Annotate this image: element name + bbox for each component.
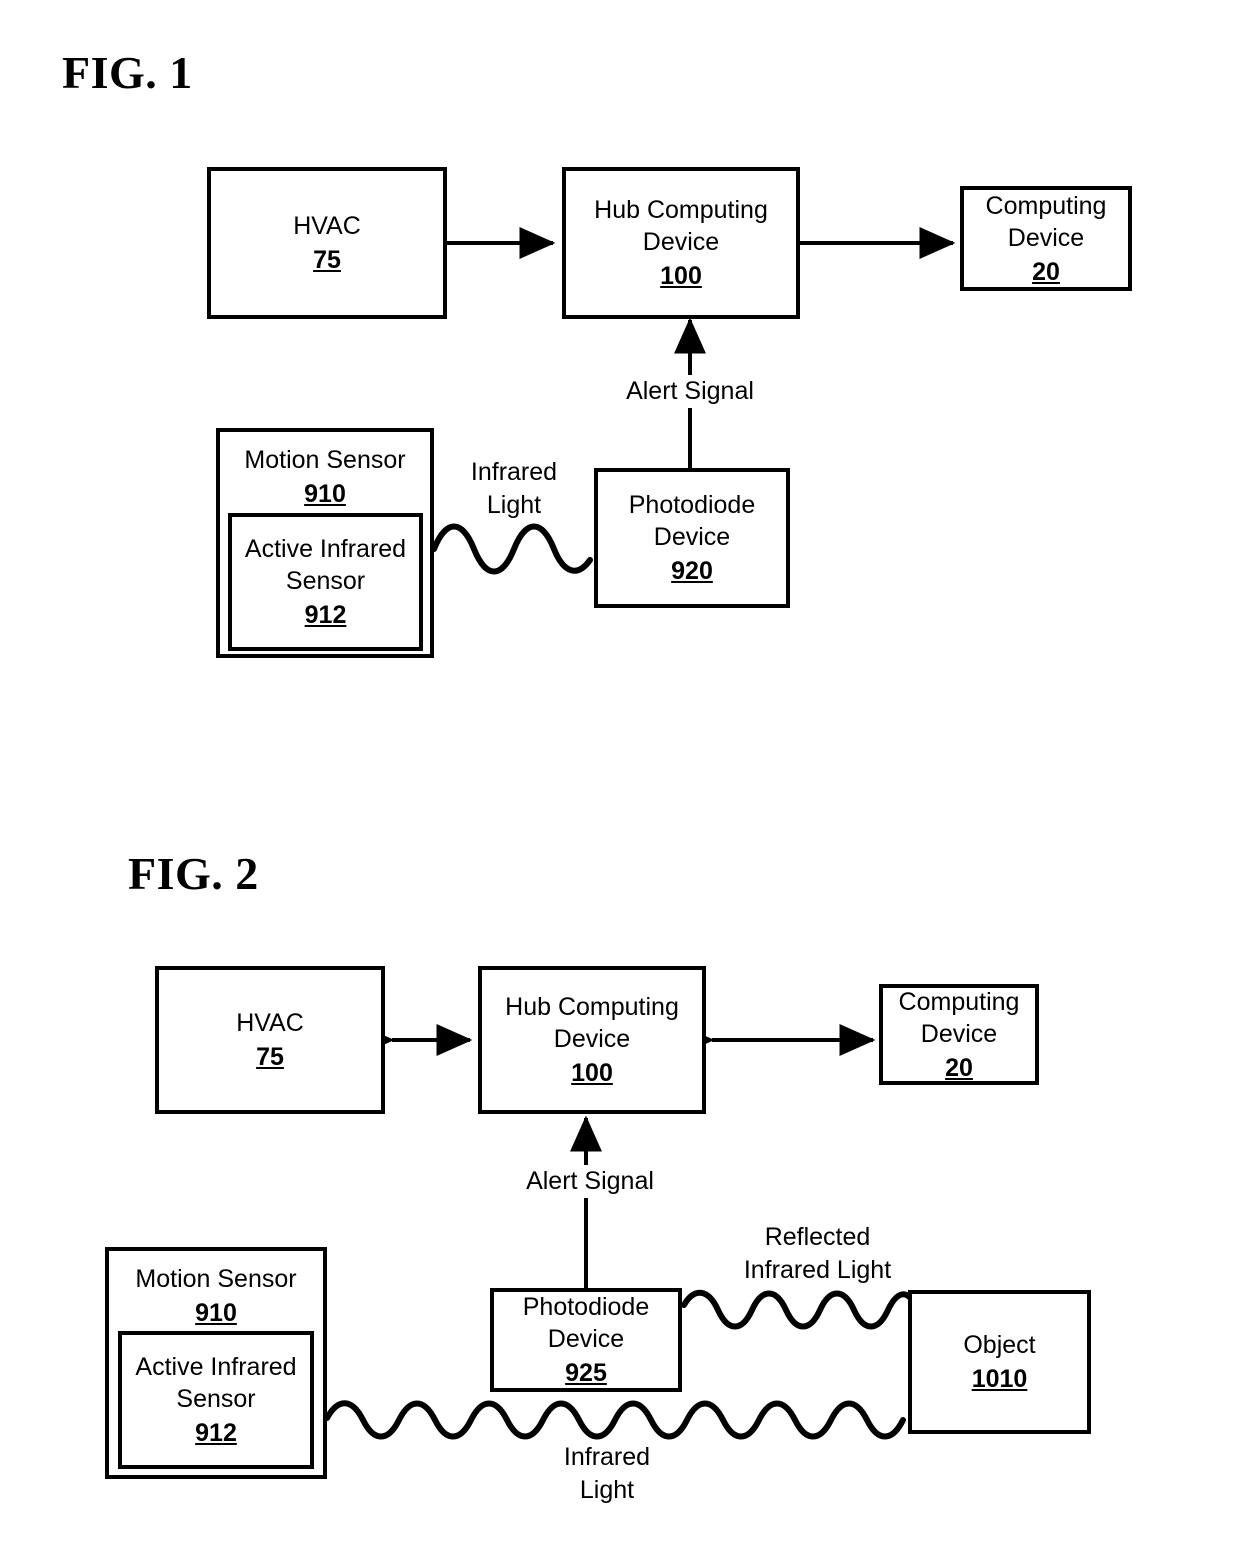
node-object[interactable]: Object 1010 bbox=[908, 1290, 1091, 1434]
node-hvac-ref: 75 bbox=[256, 1043, 284, 1071]
node-motion-sensor-title: Motion Sensor bbox=[135, 1265, 297, 1293]
node-computing-device-ref: 20 bbox=[1032, 257, 1060, 286]
node-active-infrared-sensor-ref: 912 bbox=[304, 601, 347, 629]
node-hvac[interactable]: HVAC 75 bbox=[155, 966, 385, 1114]
edge-label-alert-signal: Alert Signal bbox=[600, 375, 780, 408]
edge-label-infrared-light: Infrared Light bbox=[444, 456, 584, 521]
node-hub-computing-device[interactable]: Hub Computing Device 100 bbox=[562, 167, 800, 319]
node-hvac-title: HVAC bbox=[236, 1009, 304, 1037]
node-active-infrared-sensor-title: Active Infrared Sensor bbox=[244, 535, 407, 595]
figure-1-title: FIG. 1 bbox=[62, 47, 193, 98]
node-motion-sensor-ref: 910 bbox=[304, 480, 346, 508]
node-active-infrared-sensor[interactable]: Active Infrared Sensor 912 bbox=[228, 513, 423, 651]
node-motion-sensor-title: Motion Sensor bbox=[244, 446, 406, 474]
figure-2-title: FIG. 2 bbox=[128, 848, 259, 899]
node-object-ref: 1010 bbox=[971, 1365, 1028, 1393]
node-hvac-title: HVAC bbox=[293, 212, 361, 240]
node-hub-computing-device-ref: 100 bbox=[571, 1059, 613, 1087]
node-computing-device-title: Computing Device bbox=[985, 191, 1107, 252]
node-hub-computing-device[interactable]: Hub Computing Device 100 bbox=[478, 966, 706, 1114]
node-computing-device[interactable]: Computing Device 20 bbox=[879, 984, 1039, 1085]
node-photodiode-device-ref: 920 bbox=[671, 557, 713, 585]
edge-label-reflected-infrared-light: Reflected Infrared Light bbox=[700, 1221, 935, 1286]
edge-label-alert-signal: Alert Signal bbox=[500, 1165, 680, 1198]
node-hub-computing-device-title: Hub Computing Device bbox=[505, 993, 679, 1053]
node-photodiode-device-title: Photodiode Device bbox=[628, 491, 756, 551]
node-computing-device-title: Computing Device bbox=[898, 987, 1020, 1048]
waveform-infrared-light bbox=[431, 523, 593, 575]
node-active-infrared-sensor-ref: 912 bbox=[195, 1419, 237, 1447]
node-photodiode-device-ref: 925 bbox=[565, 1359, 607, 1387]
node-hvac[interactable]: HVAC 75 bbox=[207, 167, 447, 319]
node-photodiode-device[interactable]: Photodiode Device 920 bbox=[594, 468, 790, 608]
node-motion-sensor-ref: 910 bbox=[195, 1299, 237, 1327]
node-active-infrared-sensor[interactable]: Active Infrared Sensor 912 bbox=[118, 1331, 314, 1469]
node-photodiode-device-title: Photodiode Device bbox=[522, 1293, 650, 1353]
node-object-title: Object bbox=[963, 1331, 1036, 1359]
node-computing-device[interactable]: Computing Device 20 bbox=[960, 186, 1132, 291]
node-hub-computing-device-ref: 100 bbox=[660, 262, 702, 290]
waveform-infrared-light bbox=[324, 1400, 906, 1440]
node-hub-computing-device-title: Hub Computing Device bbox=[594, 196, 768, 256]
node-hvac-ref: 75 bbox=[313, 246, 341, 274]
node-photodiode-device[interactable]: Photodiode Device 925 bbox=[490, 1288, 682, 1392]
edge-label-infrared-light: Infrared Light bbox=[527, 1441, 687, 1506]
node-computing-device-ref: 20 bbox=[945, 1053, 973, 1082]
waveform-reflected-infrared-light bbox=[681, 1289, 915, 1330]
node-active-infrared-sensor-title: Active Infrared Sensor bbox=[135, 1353, 297, 1413]
